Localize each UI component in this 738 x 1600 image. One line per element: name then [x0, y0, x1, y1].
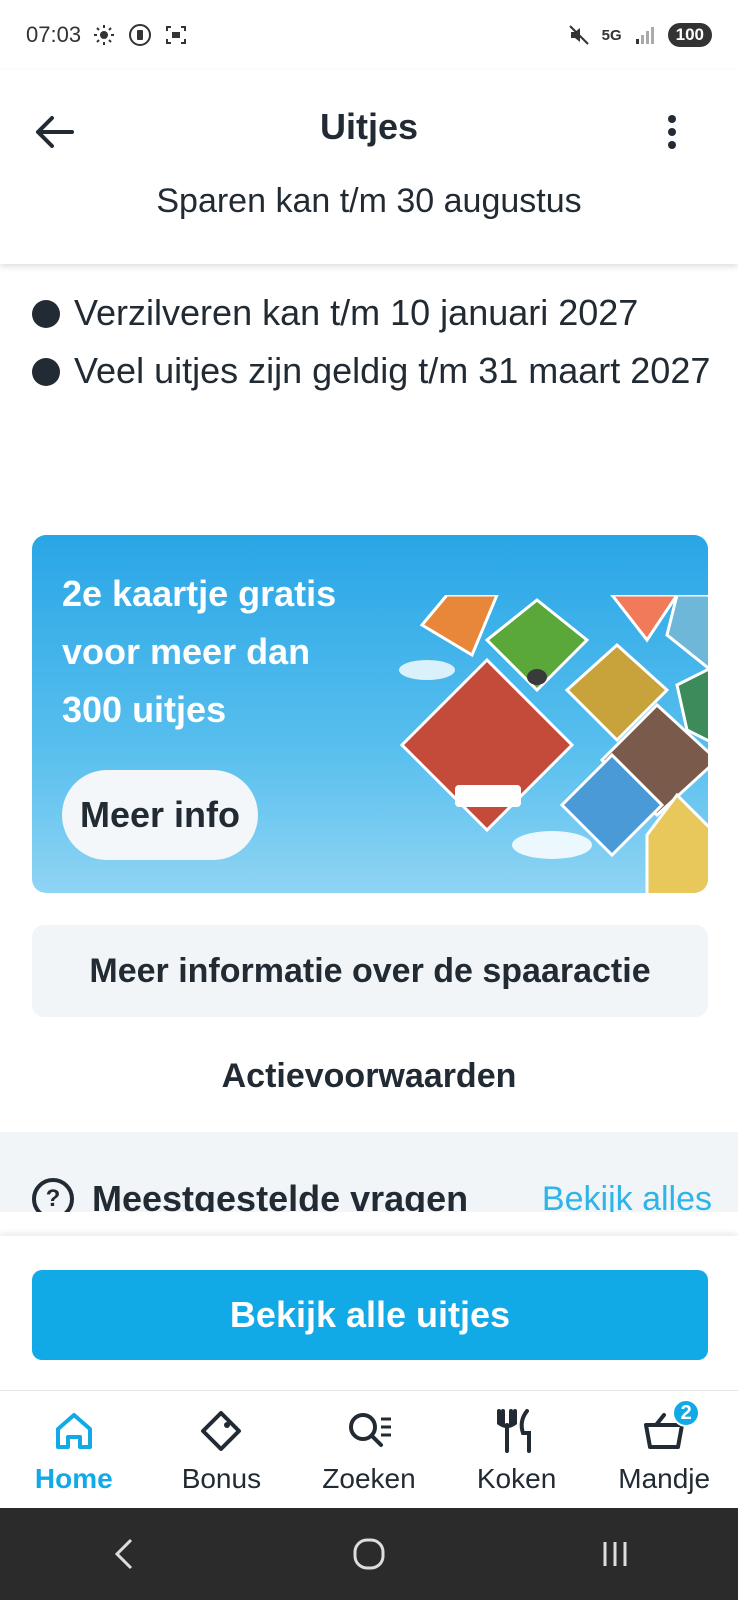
- promo-headline: 2e kaartje gratis voor meer dan 300 uitj…: [62, 573, 337, 730]
- more-options-button[interactable]: [646, 106, 698, 158]
- nav-item-koken[interactable]: Koken: [443, 1391, 591, 1508]
- mute-icon: [566, 22, 592, 48]
- bullet-dot-icon: [32, 358, 60, 386]
- basket-icon: 2: [640, 1399, 701, 1455]
- battery-indicator: 100: [667, 23, 712, 47]
- nav-label: Bonus: [181, 1463, 262, 1494]
- bullet-dot-icon: [32, 300, 60, 328]
- spaaractie-info-button[interactable]: Meer informatie over de spaaractie: [32, 925, 708, 1017]
- chevron-left-icon: [114, 1538, 133, 1570]
- home-circle-icon: [353, 1538, 385, 1570]
- cart-count-badge: 2: [672, 1399, 701, 1427]
- nav-item-home[interactable]: Home: [0, 1391, 148, 1508]
- recents-icon: [603, 1542, 627, 1566]
- system-back-button[interactable]: [88, 1519, 158, 1589]
- nav-label: Home: [34, 1463, 113, 1494]
- status-bar: 07:03 5G 100: [0, 0, 738, 70]
- faq-header: ? Meestgestelde vragen Bekijk alles: [32, 1178, 712, 1212]
- system-home-button[interactable]: [334, 1519, 404, 1589]
- cta-container: Bekijk alle uitjes: [0, 1236, 738, 1390]
- signal-icon: [632, 22, 658, 48]
- attractions-collage-image: [399, 595, 708, 893]
- nav-item-mandje[interactable]: 2 Mandje: [590, 1391, 738, 1508]
- app-header: Uitjes Sparen kan t/m 30 augustus: [0, 70, 738, 264]
- faq-section: ? Meestgestelde vragen Bekijk alles: [0, 1132, 738, 1212]
- app-status-icon: [127, 22, 153, 48]
- more-vertical-icon: [668, 115, 676, 149]
- screenshot-icon: [163, 22, 189, 48]
- bottom-navigation: Home Bonus Zoeken Koken 2 Mandje: [0, 1390, 738, 1508]
- status-time: 07:03: [26, 22, 82, 47]
- nav-item-bonus[interactable]: Bonus: [148, 1391, 296, 1508]
- meer-info-button[interactable]: Meer info: [62, 770, 259, 860]
- question-circle-icon: ?: [32, 1178, 74, 1212]
- system-recents-button[interactable]: [580, 1519, 650, 1589]
- nav-item-zoeken[interactable]: Zoeken: [295, 1391, 443, 1508]
- faq-view-all-link[interactable]: Bekijk alles: [542, 1180, 712, 1213]
- home-icon: [50, 1407, 98, 1455]
- view-all-uitjes-button[interactable]: Bekijk alle uitjes: [32, 1270, 708, 1360]
- page-subtitle: Sparen kan t/m 30 augustus: [156, 182, 582, 220]
- network-label: 5G: [601, 26, 622, 44]
- bullet-item: Veel uitjes zijn geldig t/m 31 maart 202…: [32, 342, 712, 400]
- cutlery-icon: [493, 1407, 541, 1455]
- brightness-icon: [91, 22, 117, 48]
- terms-link[interactable]: Actievoorwaarden: [0, 1057, 738, 1096]
- info-bullets: Verzilveren kan t/m 10 januari 2027 Veel…: [32, 284, 712, 400]
- bullet-item: Verzilveren kan t/m 10 januari 2027: [32, 284, 712, 342]
- tag-icon: [197, 1407, 245, 1455]
- nav-label: Koken: [476, 1463, 557, 1494]
- faq-title: Meestgestelde vragen: [92, 1178, 469, 1212]
- nav-label: Mandje: [618, 1463, 711, 1494]
- promo-banner[interactable]: 2e kaartje gratis voor meer dan 300 uitj…: [32, 535, 708, 893]
- page-title: Uitjes: [319, 106, 419, 147]
- search-list-icon: [345, 1407, 393, 1455]
- nav-label: Zoeken: [322, 1463, 416, 1494]
- system-navigation-bar: [0, 1508, 738, 1600]
